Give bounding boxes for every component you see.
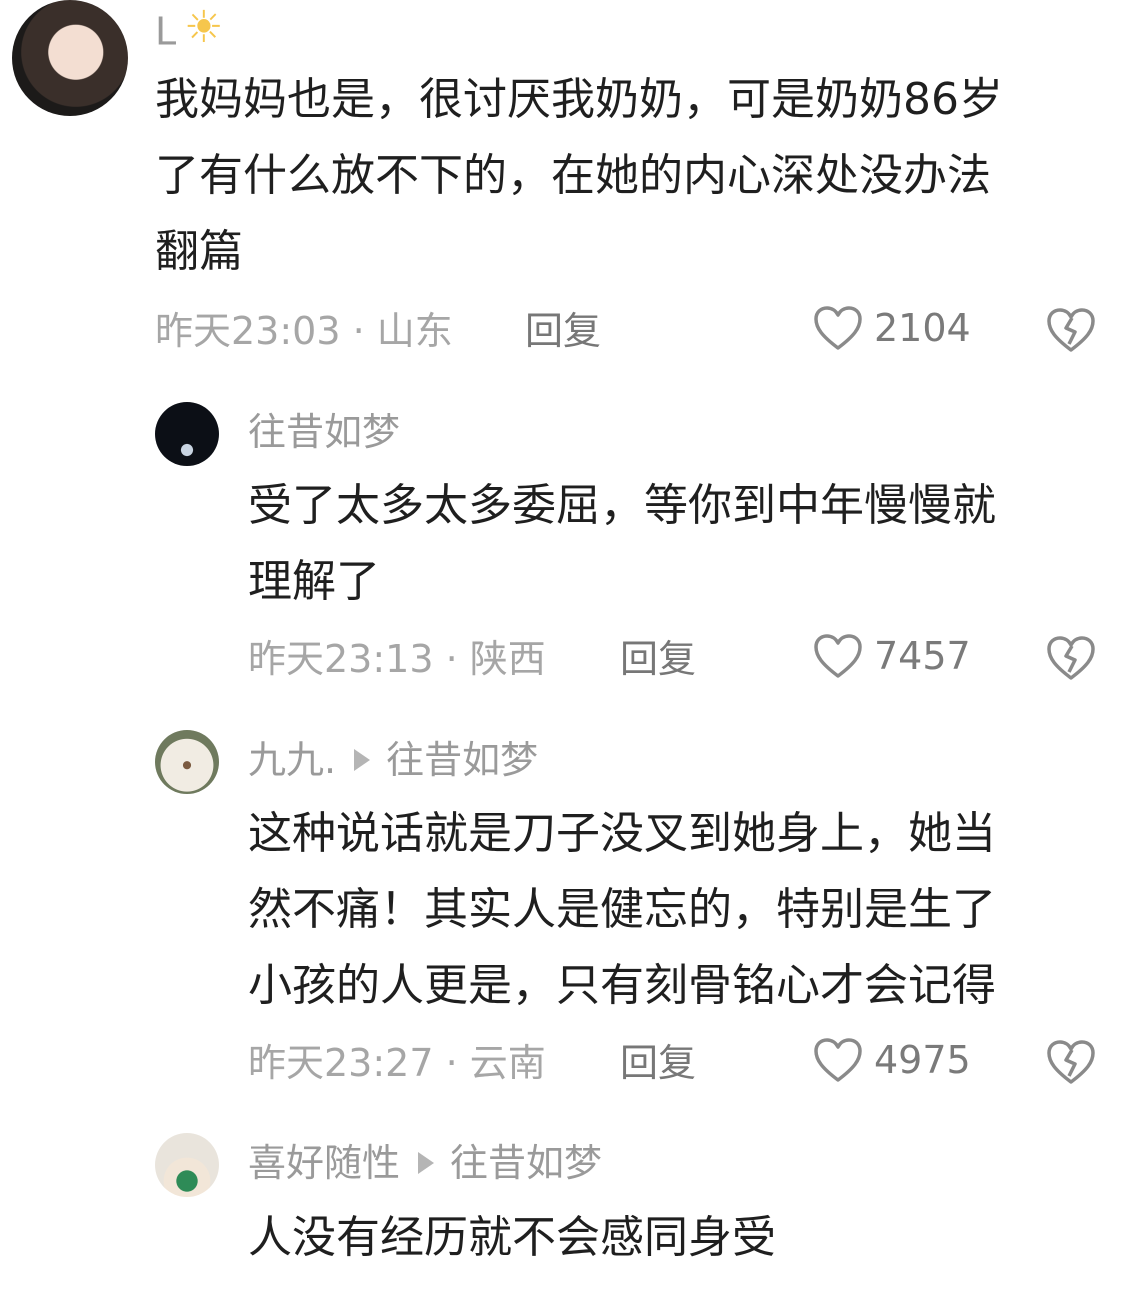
like-count: 4975: [874, 1038, 971, 1082]
dislike-button[interactable]: [1045, 1038, 1097, 1090]
triangle-right-icon: [354, 748, 371, 771]
like-button[interactable]: 7457: [812, 632, 971, 680]
comment-username: 喜好随性 往昔如梦: [248, 1144, 602, 1182]
comment-text: 受了太多太多委屈，等你到中年慢慢就 理解了: [248, 480, 996, 607]
reply-button[interactable]: 回复: [620, 1044, 696, 1082]
reply-to-username[interactable]: 往昔如梦: [450, 1141, 602, 1185]
like-count: 7457: [874, 634, 971, 678]
dislike-button[interactable]: [1045, 306, 1097, 358]
heart-outline-icon: [812, 304, 864, 352]
reply-button[interactable]: 回复: [525, 312, 601, 350]
triangle-right-icon: [418, 1151, 435, 1174]
comment-time-location: 昨天23:03 · 山东: [155, 309, 453, 353]
comment-username[interactable]: L ☀: [155, 6, 224, 56]
reply-button[interactable]: 回复: [620, 640, 696, 678]
like-count: 2104: [874, 306, 971, 350]
broken-heart-icon: [1045, 308, 1097, 358]
broken-heart-icon: [1045, 636, 1097, 686]
comment-username[interactable]: 往昔如梦: [248, 413, 400, 451]
avatar[interactable]: [155, 1133, 219, 1197]
like-button[interactable]: 4975: [812, 1036, 971, 1084]
sun-icon: ☀: [184, 2, 224, 53]
username-text[interactable]: 喜好随性: [248, 1141, 400, 1185]
heart-outline-icon: [812, 632, 864, 680]
comment-text: 这种说话就是刀子没叉到她身上，她当 然不痛！其实人是健忘的，特别是生了 小孩的人…: [248, 808, 996, 1011]
avatar[interactable]: [155, 402, 219, 466]
heart-outline-icon: [812, 1036, 864, 1084]
dislike-button[interactable]: [1045, 634, 1097, 686]
broken-heart-icon: [1045, 1040, 1097, 1090]
comment-time-location: 昨天23:27 · 云南: [248, 1041, 546, 1085]
username-text[interactable]: L: [155, 10, 176, 54]
avatar[interactable]: [12, 0, 128, 116]
avatar[interactable]: [155, 730, 219, 794]
reply-to-username[interactable]: 往昔如梦: [386, 738, 538, 782]
comment-text: 人没有经历就不会感同身受: [248, 1212, 776, 1263]
like-button[interactable]: 2104: [812, 304, 971, 352]
comment-time-location: 昨天23:13 · 陕西: [248, 637, 546, 681]
username-text[interactable]: 九九.: [248, 738, 336, 782]
comment-text: 我妈妈也是，很讨厌我奶奶，可是奶奶86岁 了有什么放不下的，在她的内心深处没办法…: [155, 74, 1003, 277]
comment-username: 九九. 往昔如梦: [248, 741, 538, 779]
